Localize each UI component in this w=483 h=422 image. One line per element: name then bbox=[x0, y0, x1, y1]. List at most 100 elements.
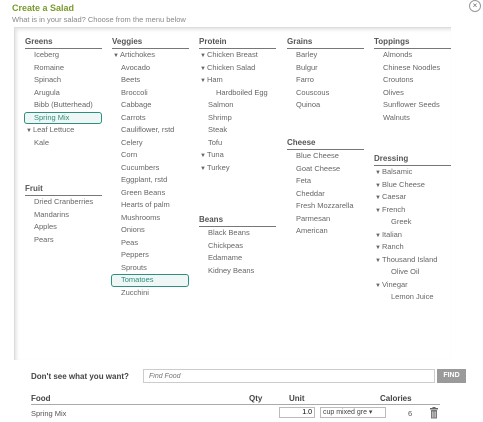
menu-item-bulgur[interactable]: Bulgur bbox=[287, 62, 364, 75]
menu-item-blue-cheese[interactable]: Blue Cheese bbox=[287, 150, 364, 163]
menu-item-mushrooms[interactable]: Mushrooms bbox=[112, 212, 189, 225]
menu-item-salmon[interactable]: Salmon bbox=[199, 99, 276, 112]
category-heading: Cheese bbox=[287, 138, 364, 150]
dialog-title: Create a Salad bbox=[12, 3, 75, 13]
trash-icon[interactable] bbox=[429, 407, 439, 419]
category-fruit: Fruit Dried Cranberries Mandarins Apples Pea… bbox=[25, 184, 102, 246]
category-cheese: Cheese Blue Cheese Goat Cheese Feta Cheddar F… bbox=[287, 138, 364, 238]
menu-item-celery[interactable]: Celery bbox=[112, 137, 189, 150]
menu-item-cabbage[interactable]: Cabbage bbox=[112, 99, 189, 112]
menu-item-onions[interactable]: Onions bbox=[112, 224, 189, 237]
menu-item-olives[interactable]: Olives bbox=[374, 87, 451, 100]
menu-item-pears[interactable]: Pears bbox=[25, 234, 102, 247]
category-heading: Grains bbox=[287, 37, 364, 49]
menu-item-hearts-of-palm[interactable]: Hearts of palm bbox=[112, 199, 189, 212]
menu-item-greek[interactable]: Greek bbox=[374, 216, 451, 229]
menu-item-kale[interactable]: Kale bbox=[25, 137, 102, 150]
menu-item-peas[interactable]: Peas bbox=[112, 237, 189, 250]
menu-item-croutons[interactable]: Croutons bbox=[374, 74, 451, 87]
menu-item-leaf-lettuce[interactable]: Leaf Lettuce bbox=[25, 124, 102, 137]
menu-item-quinoa[interactable]: Quinoa bbox=[287, 99, 364, 112]
menu-item-vinegar[interactable]: Vinegar bbox=[374, 279, 451, 292]
menu-item-eggplant-rstd[interactable]: Eggplant, rstd bbox=[112, 174, 189, 187]
menu-item-couscous[interactable]: Couscous bbox=[287, 87, 364, 100]
menu-item-spinach[interactable]: Spinach bbox=[25, 74, 102, 87]
dialog-subtitle: What is in your salad? Choose from the m… bbox=[12, 15, 186, 24]
row-food: Spring Mix bbox=[31, 409, 67, 418]
menu-item-beets[interactable]: Beets bbox=[112, 74, 189, 87]
category-toppings: Toppings Almonds Chinese Noodles Croutons Ol… bbox=[374, 37, 451, 124]
menu-item-turkey[interactable]: Turkey bbox=[199, 162, 276, 175]
menu-item-apples[interactable]: Apples bbox=[25, 221, 102, 234]
category-heading: Protein bbox=[199, 37, 276, 49]
menu-item-cucumbers[interactable]: Cucumbers bbox=[112, 162, 189, 175]
menu-item-shrimp[interactable]: Shrimp bbox=[199, 112, 276, 125]
menu-item-tofu[interactable]: Tofu bbox=[199, 137, 276, 150]
menu-item-peppers[interactable]: Peppers bbox=[112, 249, 189, 262]
menu-item-dried-cranberries[interactable]: Dried Cranberries bbox=[25, 196, 102, 209]
menu-item-walnuts[interactable]: Walnuts bbox=[374, 112, 451, 125]
menu-item-broccoli[interactable]: Broccoli bbox=[112, 87, 189, 100]
menu-item-spring-mix[interactable]: Spring Mix bbox=[24, 111, 102, 124]
unit-select-value: cup mixed gre bbox=[323, 409, 367, 416]
category-grains: Grains Barley Bulgur Farro Couscous Quinoa bbox=[287, 37, 364, 112]
menu-item-balsamic[interactable]: Balsamic bbox=[374, 166, 451, 179]
close-icon[interactable]: × bbox=[469, 0, 481, 12]
menu-item-avocado[interactable]: Avocado bbox=[112, 62, 189, 75]
menu-item-american[interactable]: American bbox=[287, 225, 364, 238]
unit-select[interactable]: cup mixed gre ▾ bbox=[320, 407, 386, 418]
menu-item-almonds[interactable]: Almonds bbox=[374, 49, 451, 62]
menu-item-green-beans[interactable]: Green Beans bbox=[112, 187, 189, 200]
menu-item-chicken-breast[interactable]: Chicken Breast bbox=[199, 49, 276, 62]
menu-item-corn[interactable]: Corn bbox=[112, 149, 189, 162]
menu-item-steak[interactable]: Steak bbox=[199, 124, 276, 137]
category-heading: Dressing bbox=[374, 154, 451, 166]
menu-item-artichokes[interactable]: Artichokes bbox=[112, 49, 189, 62]
menu-item-hardboiled-egg[interactable]: Hardboiled Egg bbox=[199, 87, 276, 100]
menu-item-thousand-island[interactable]: Thousand Island bbox=[374, 254, 451, 267]
menu-item-chickpeas[interactable]: Chickpeas bbox=[199, 240, 276, 253]
menu-item-caesar[interactable]: Caesar bbox=[374, 191, 451, 204]
qty-input[interactable] bbox=[279, 407, 315, 418]
menu-item-chicken-salad[interactable]: Chicken Salad bbox=[199, 62, 276, 75]
menu-item-carrots[interactable]: Carrots bbox=[112, 112, 189, 125]
menu-item-bibb-butterhead[interactable]: Bibb (Butterhead) bbox=[25, 99, 102, 112]
menu-item-parmesan[interactable]: Parmesan bbox=[287, 213, 364, 226]
row-calories: 6 bbox=[408, 409, 413, 418]
menu-item-tomatoes[interactable]: Tomatoes bbox=[111, 274, 189, 287]
menu-item-fresh-mozzarella[interactable]: Fresh Mozzarella bbox=[287, 200, 364, 213]
column-header-calories: Calories bbox=[380, 394, 412, 403]
menu-item-italian[interactable]: Italian bbox=[374, 229, 451, 242]
find-button[interactable]: FIND bbox=[437, 369, 466, 383]
menu-item-goat-cheese[interactable]: Goat Cheese bbox=[287, 163, 364, 176]
menu-item-barley[interactable]: Barley bbox=[287, 49, 364, 62]
menu-item-lemon-juice[interactable]: Lemon Juice bbox=[374, 291, 451, 304]
menu-item-zucchini[interactable]: Zucchini bbox=[112, 287, 189, 300]
category-dressing: DressingBalsamicBlue CheeseCaesarFrenchG… bbox=[374, 154, 451, 304]
menu-item-edamame[interactable]: Edamame bbox=[199, 252, 276, 265]
menu-item-black-beans[interactable]: Black Beans bbox=[199, 227, 276, 240]
menu-item-tuna[interactable]: Tuna bbox=[199, 149, 276, 162]
search-input[interactable] bbox=[143, 369, 435, 383]
menu-item-french[interactable]: French bbox=[374, 204, 451, 217]
menu-item-cauliflower-rstd[interactable]: Cauliflower, rstd bbox=[112, 124, 189, 137]
menu-item-mandarins[interactable]: Mandarins bbox=[25, 209, 102, 222]
category-heading: Beans bbox=[199, 215, 276, 227]
menu-item-arugula[interactable]: Arugula bbox=[25, 87, 102, 100]
menu-item-farro[interactable]: Farro bbox=[287, 74, 364, 87]
category-heading: Greens bbox=[25, 37, 102, 49]
menu-item-romaine[interactable]: Romaine bbox=[25, 62, 102, 75]
menu-item-iceberg[interactable]: Iceberg bbox=[25, 49, 102, 62]
menu-item-chinese-noodles[interactable]: Chinese Noodles bbox=[374, 62, 451, 75]
menu-item-feta[interactable]: Feta bbox=[287, 175, 364, 188]
menu-item-sunflower-seeds[interactable]: Sunflower Seeds bbox=[374, 99, 451, 112]
menu-item-olive-oil[interactable]: Olive Oil bbox=[374, 266, 451, 279]
menu-item-ham[interactable]: Ham bbox=[199, 74, 276, 87]
menu-item-cheddar[interactable]: Cheddar bbox=[287, 188, 364, 201]
menu-item-blue-cheese[interactable]: Blue Cheese bbox=[374, 179, 451, 192]
menu-item-kidney-beans[interactable]: Kidney Beans bbox=[199, 265, 276, 278]
menu-item-ranch[interactable]: Ranch bbox=[374, 241, 451, 254]
menu-item-sprouts[interactable]: Sprouts bbox=[112, 262, 189, 275]
column-header-unit: Unit bbox=[289, 394, 305, 403]
category-protein: ProteinChicken BreastChicken SaladHamHar… bbox=[199, 37, 276, 174]
